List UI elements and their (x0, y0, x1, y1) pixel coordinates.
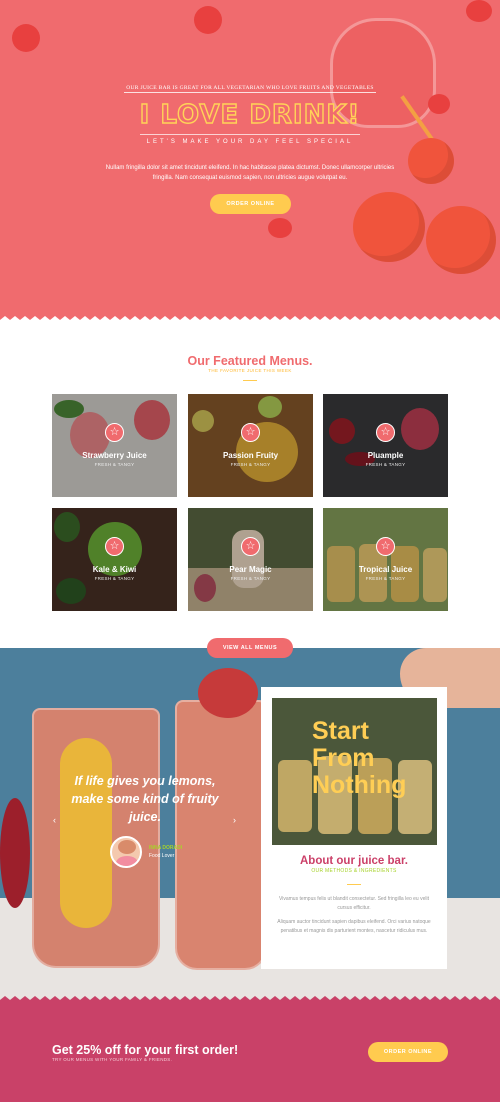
star-icon: ☆ (105, 423, 124, 442)
about-paragraph-1: Vivamus tempus felis ut blandit consecte… (279, 896, 429, 911)
chevron-left-icon[interactable]: ‹ (53, 815, 56, 825)
hero-content: OUR JUICE BAR IS GREAT FOR ALL VEGETARIA… (0, 76, 500, 183)
menu-card-kale-kiwi[interactable]: ☆ Kale & Kiwi FRESH & TANGY (52, 508, 177, 611)
menu-item-tag: FRESH & TANGY (94, 462, 135, 467)
offer-title: Get 25% off for your first order! (52, 1043, 239, 1057)
menu-item-tag: FRESH & TANGY (94, 576, 135, 581)
apple-image (0, 798, 30, 908)
star-icon: ☆ (241, 537, 260, 556)
testimonial-role: Food Lover (149, 853, 175, 859)
hero-section: OUR JUICE BAR IS GREAT FOR ALL VEGETARIA… (0, 0, 500, 322)
menu-card-pear-magic[interactable]: ☆ Pear Magic FRESH & TANGY (188, 508, 313, 611)
menu-item-tag: FRESH & TANGY (230, 462, 271, 467)
menu-item-name: Pear Magic (229, 565, 272, 574)
hero-subtitle: LET'S MAKE YOUR DAY FEEL SPECIAL (146, 139, 354, 145)
hero-divider (140, 134, 360, 135)
apple-image (198, 668, 258, 718)
zigzag-divider (0, 996, 500, 1004)
strawberry-image (194, 6, 222, 34)
menu-card-tropical-juice[interactable]: ☆ Tropical Juice FRESH & TANGY (323, 508, 448, 611)
about-image-heading: Start From Nothing (312, 717, 407, 799)
star-icon: ☆ (241, 423, 260, 442)
featured-subtitle: THE FAVORITE JUICE THIS WEEK (208, 368, 292, 373)
star-icon: ☆ (376, 537, 395, 556)
menu-item-name: Kale & Kiwi (92, 565, 137, 574)
smoothie-glass-image (175, 700, 267, 970)
strawberry-image (12, 24, 40, 52)
view-all-menus-button[interactable]: VIEW ALL MENUS (207, 638, 293, 658)
star-icon: ☆ (376, 423, 395, 442)
about-paragraph-2: Aliquam auctor tincidunt sapien dapibus … (277, 919, 431, 934)
featured-divider (243, 380, 257, 381)
about-divider (347, 884, 361, 885)
menu-item-tag: FRESH & TANGY (230, 576, 271, 581)
menu-item-name: Passion Fruity (222, 451, 279, 460)
star-icon: ☆ (105, 537, 124, 556)
chevron-right-icon[interactable]: › (233, 815, 236, 825)
menu-item-name: Tropical Juice (358, 565, 413, 574)
menu-item-name: Pluample (367, 451, 404, 460)
order-online-button[interactable]: ORDER ONLINE (210, 194, 291, 214)
menu-card-passion-fruity[interactable]: ☆ Passion Fruity FRESH & TANGY (188, 394, 313, 497)
avatar (110, 836, 142, 868)
offer-order-online-button[interactable]: ORDER ONLINE (368, 1042, 448, 1062)
menu-card-pluample[interactable]: ☆ Pluample FRESH & TANGY (323, 394, 448, 497)
menu-item-tag: FRESH & TANGY (365, 462, 406, 467)
orange-fruit-image (353, 192, 425, 262)
strawberry-image (268, 218, 292, 238)
hero-text: Nullam fringilla dolor sit amet tincidun… (105, 165, 395, 181)
featured-title: Our Featured Menus. (187, 354, 313, 368)
orange-fruit-image (426, 206, 496, 274)
testimonial-author: INNA DORADI (149, 845, 183, 851)
strawberry-image (466, 0, 492, 22)
offer-subtitle: TRY OUR MENUS WITH YOUR FAMILY & FRIENDS… (52, 1057, 173, 1062)
about-title: About our juice bar. (300, 855, 408, 867)
banana-image (60, 738, 112, 928)
hero-intro: OUR JUICE BAR IS GREAT FOR ALL VEGETARIA… (124, 85, 376, 93)
zigzag-divider (0, 316, 500, 324)
menu-item-tag: FRESH & TANGY (365, 576, 406, 581)
testimonial-quote: If life gives you lemons, make some kind… (71, 774, 219, 824)
menu-card-strawberry-juice[interactable]: ☆ Strawberry Juice FRESH & TANGY (52, 394, 177, 497)
menu-item-name: Strawberry Juice (82, 451, 147, 460)
about-subtitle: OUR METHODS & INGREDIENTS (311, 868, 397, 874)
hero-title: I LOVE DRINK! (139, 99, 361, 130)
